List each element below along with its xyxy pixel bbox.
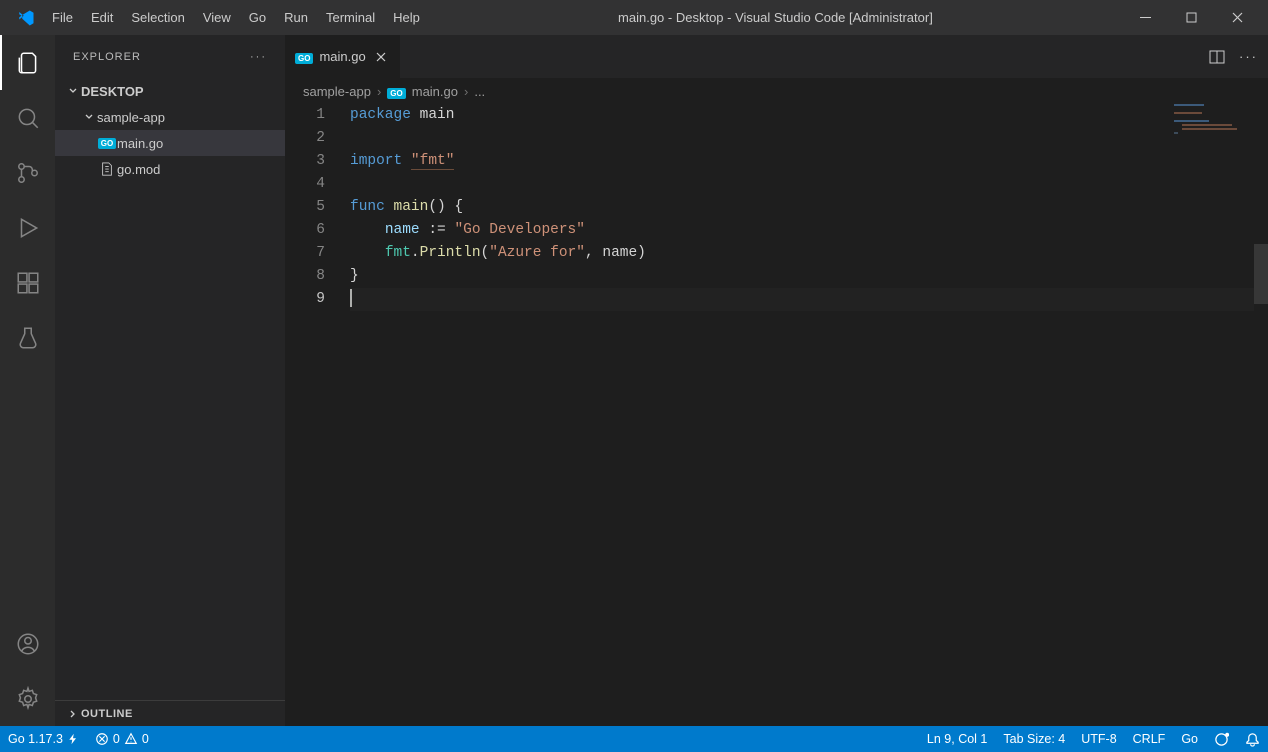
chevron-down-icon [81,111,97,123]
status-go-version[interactable]: Go 1.17.3 [0,726,87,752]
status-feedback-icon[interactable] [1206,726,1237,752]
scrollbar-thumb[interactable] [1254,244,1268,304]
scrollbar[interactable] [1254,104,1268,726]
breadcrumbs[interactable]: sample-app › GO main.go › ... [285,78,1268,104]
breadcrumb-folder[interactable]: sample-app [303,84,371,99]
breadcrumb-file[interactable]: main.go [412,84,458,99]
go-file-icon: GO [295,49,313,64]
menu-help[interactable]: Help [384,5,429,30]
sidebar: EXPLORER ··· DESKTOP sample-app GO main.… [55,35,285,726]
tab-main-go[interactable]: GO main.go [285,35,401,78]
menu-bar: File Edit Selection View Go Run Terminal… [43,5,429,30]
status-bar: Go 1.17.3 0 0 Ln 9, Col 1 Tab Size: 4 UT… [0,726,1268,752]
status-problems[interactable]: 0 0 [87,726,157,752]
go-file-icon: GO [387,84,405,99]
sidebar-section-outline[interactable]: OUTLINE [55,700,285,726]
minimap[interactable] [1174,104,1254,149]
tab-label: main.go [319,49,365,64]
more-actions-icon[interactable]: ··· [1239,49,1258,64]
code-content[interactable]: package main import "fmt" func main() { … [350,104,1268,726]
menu-go[interactable]: Go [240,5,275,30]
chevron-right-icon [65,708,81,720]
window-controls [1122,0,1260,35]
chevron-down-icon [65,85,81,97]
activity-bar [0,35,55,726]
editor[interactable]: 1 2 3 4 5 6 7 8 9 package main import "f… [285,104,1268,726]
activity-search[interactable] [0,90,55,145]
tree-root[interactable]: DESKTOP [55,78,285,104]
tree-file-label: go.mod [117,162,160,177]
status-encoding[interactable]: UTF-8 [1073,726,1124,752]
sidebar-more-icon[interactable]: ··· [250,51,267,63]
maximize-button[interactable] [1168,0,1214,35]
tabs-row: GO main.go ··· [285,35,1268,78]
menu-run[interactable]: Run [275,5,317,30]
file-icon [97,162,117,176]
sidebar-header: EXPLORER ··· [55,35,285,78]
warning-icon [124,732,138,746]
sidebar-title: EXPLORER [73,51,141,63]
text-cursor [350,291,352,307]
vscode-logo [8,9,43,27]
tree-file-go-mod[interactable]: go.mod [55,156,285,182]
title-bar: File Edit Selection View Go Run Terminal… [0,0,1268,35]
menu-selection[interactable]: Selection [122,5,193,30]
tree-file-main-go[interactable]: GO main.go [55,130,285,156]
line-numbers: 1 2 3 4 5 6 7 8 9 [285,104,350,726]
window-title: main.go - Desktop - Visual Studio Code [… [429,10,1122,25]
status-tab-size[interactable]: Tab Size: 4 [995,726,1073,752]
tabs-actions: ··· [1209,35,1268,78]
tree-folder-sample-app[interactable]: sample-app [55,104,285,130]
status-cursor-position[interactable]: Ln 9, Col 1 [919,726,995,752]
activity-source-control[interactable] [0,145,55,200]
minimize-button[interactable] [1122,0,1168,35]
status-eol[interactable]: CRLF [1125,726,1174,752]
menu-view[interactable]: View [194,5,240,30]
go-file-icon: GO [97,138,117,149]
close-icon[interactable] [372,48,390,66]
activity-settings[interactable] [0,671,55,726]
chevron-right-icon: › [464,84,468,99]
activity-run-debug[interactable] [0,200,55,255]
error-icon [95,732,109,746]
activity-testing[interactable] [0,310,55,365]
status-language[interactable]: Go [1173,726,1206,752]
outline-label: OUTLINE [81,708,133,720]
editor-group: GO main.go ··· sample-app › GO main.go ›… [285,35,1268,726]
tree-root-label: DESKTOP [81,84,144,99]
breadcrumb-symbol[interactable]: ... [474,84,485,99]
menu-terminal[interactable]: Terminal [317,5,384,30]
menu-file[interactable]: File [43,5,82,30]
tree-file-label: main.go [117,136,163,151]
activity-extensions[interactable] [0,255,55,310]
menu-edit[interactable]: Edit [82,5,122,30]
activity-accounts[interactable] [0,616,55,671]
activity-explorer[interactable] [0,35,55,90]
split-editor-icon[interactable] [1209,49,1225,65]
lightning-icon [67,733,79,745]
status-notifications-icon[interactable] [1237,726,1268,752]
close-button[interactable] [1214,0,1260,35]
tree-folder-label: sample-app [97,110,165,125]
chevron-right-icon: › [377,84,381,99]
